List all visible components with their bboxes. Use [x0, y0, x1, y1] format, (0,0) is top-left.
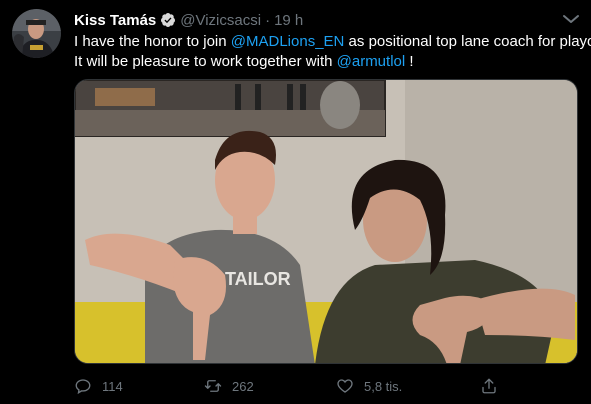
reply-button[interactable]: 114: [74, 374, 123, 398]
share-icon: [482, 378, 496, 394]
like-button[interactable]: 5,8 tis.: [336, 374, 402, 398]
photo-illustration: TAILOR: [75, 80, 577, 363]
text-segment: It will be pleasure to work together wit…: [74, 53, 337, 70]
shirt-print-text: TAILOR: [225, 269, 291, 289]
display-name[interactable]: Kiss Tamás: [74, 12, 156, 29]
tweet-text-line-2: It will be pleasure to work together wit…: [74, 52, 584, 72]
avatar-image: [12, 9, 61, 58]
tweet-header: Kiss Tamás @Vizicsacsi · 19 h: [74, 10, 571, 30]
tweet[interactable]: Kiss Tamás @Vizicsacsi · 19 h I have the…: [0, 0, 591, 404]
reply-count: 114: [102, 378, 123, 394]
separator-dot: ·: [265, 11, 271, 29]
timestamp[interactable]: 19 h: [274, 12, 303, 29]
text-segment: I have the honor to join: [74, 33, 231, 50]
retweet-icon: [204, 380, 222, 392]
retweet-count: 262: [232, 378, 254, 394]
avatar[interactable]: [12, 9, 61, 58]
tweet-actions: 114 262 5,8 tis.: [74, 374, 544, 398]
tweet-photo[interactable]: TAILOR: [74, 79, 578, 364]
tweet-text-line-1: I have the honor to join @MADLions_EN as…: [74, 32, 591, 52]
tweet-text: I have the honor to join @MADLions_EN as…: [74, 32, 591, 72]
like-count: 5,8 tis.: [364, 378, 403, 394]
text-segment: !: [405, 53, 414, 70]
verified-badge-icon: [161, 13, 176, 27]
retweet-button[interactable]: 262: [204, 374, 254, 398]
like-icon: [337, 379, 353, 393]
share-button[interactable]: [480, 374, 498, 398]
mention-madlions[interactable]: @MADLions_EN: [231, 33, 345, 50]
reply-icon: [75, 379, 91, 395]
user-handle[interactable]: @Vizicsacsi: [180, 12, 261, 29]
text-segment: as positional top lane coach for playoff…: [344, 33, 591, 50]
more-options-icon[interactable]: [561, 11, 581, 27]
mention-armutlol[interactable]: @armutlol: [337, 53, 406, 70]
